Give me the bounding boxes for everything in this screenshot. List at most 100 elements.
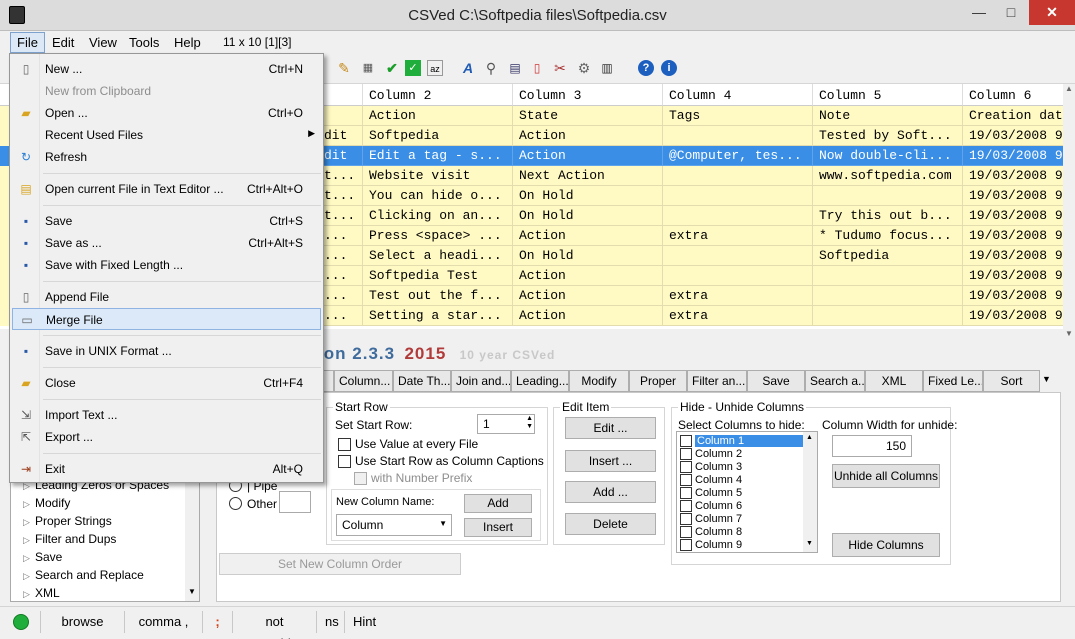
table-cell[interactable]: 19/03/2008 9 xyxy=(963,166,1063,186)
grid-icon[interactable]: ▤ xyxy=(507,60,523,76)
column-header[interactable]: Column 3 xyxy=(513,84,663,106)
column-list-item[interactable]: Column 4 xyxy=(679,474,803,487)
menu-tools[interactable]: Tools xyxy=(129,35,159,50)
column-list-item[interactable]: Column 5 xyxy=(679,487,803,500)
use-every-file-checkbox[interactable] xyxy=(338,438,351,451)
other-radio[interactable] xyxy=(229,497,242,510)
table-cell[interactable] xyxy=(813,186,963,206)
menu-item-append-file[interactable]: ▯ Append File xyxy=(12,286,321,308)
unhide-all-button[interactable]: Unhide all Columns xyxy=(832,464,940,488)
table-cell[interactable]: Action xyxy=(513,146,663,166)
use-captions-checkbox[interactable] xyxy=(338,455,351,468)
table-cell[interactable]: @Computer, tes... xyxy=(663,146,813,166)
column-hide-list[interactable]: Column 1 Column 2 Column 3 Column 4 Column 5… xyxy=(676,431,818,553)
table-cell[interactable]: Edit a tag - s... xyxy=(363,146,513,166)
menu-item-export[interactable]: ⇱ Export ... xyxy=(12,426,321,448)
column-list-item[interactable]: Column 8 xyxy=(679,526,803,539)
table-cell[interactable]: Clicking on an... xyxy=(363,206,513,226)
column-list-item[interactable]: Column 2 xyxy=(679,448,803,461)
table-cell[interactable]: Tags xyxy=(663,106,813,126)
sort-az-icon[interactable]: az xyxy=(427,60,443,76)
menu-item-new-from-clipboard[interactable]: New from Clipboard xyxy=(12,80,321,102)
column-list-item[interactable]: Column 6 xyxy=(679,500,803,513)
menu-view[interactable]: View xyxy=(89,35,117,50)
menu-item-save-in-unix-format[interactable]: ▪ Save in UNIX Format ... xyxy=(12,340,321,362)
table-cell[interactable]: Note xyxy=(813,106,963,126)
table-cell[interactable]: 19/03/2008 9 xyxy=(963,186,1063,206)
table-cell[interactable] xyxy=(663,266,813,286)
tools-icon[interactable]: ✂ xyxy=(552,60,568,76)
tab-proper[interactable]: Proper xyxy=(629,370,687,392)
table-cell[interactable]: State xyxy=(513,106,663,126)
table-cell[interactable]: ... xyxy=(318,286,363,306)
tab-search[interactable]: Search a... xyxy=(805,370,865,392)
insert-item-button[interactable]: Insert ... xyxy=(565,450,656,472)
table-cell[interactable] xyxy=(663,206,813,226)
table-cell[interactable]: ... xyxy=(318,226,363,246)
table-cell[interactable]: ... xyxy=(318,266,363,286)
table-cell[interactable]: Test out the f... xyxy=(363,286,513,306)
help-icon[interactable]: ? xyxy=(638,60,654,76)
table-cell[interactable]: Action xyxy=(513,286,663,306)
scroll-down-icon[interactable]: ▼ xyxy=(188,587,196,596)
column-checkbox[interactable] xyxy=(680,526,692,538)
table-cell[interactable]: 19/03/2008 9 xyxy=(963,206,1063,226)
table-cell[interactable]: t... xyxy=(318,206,363,226)
grid-vertical-scrollbar[interactable]: ▲ ▼ xyxy=(1063,84,1075,339)
search-icon[interactable]: ⚲ xyxy=(483,60,499,76)
edit-icon[interactable]: ✎ xyxy=(336,60,352,76)
table-cell[interactable]: Action xyxy=(513,266,663,286)
tab-filter[interactable]: Filter an... xyxy=(687,370,747,392)
add-item-button[interactable]: Add ... xyxy=(565,481,656,503)
tree-scrollbar[interactable]: ▼ xyxy=(185,477,199,601)
table-cell[interactable]: Next Action xyxy=(513,166,663,186)
table-cell[interactable] xyxy=(663,246,813,266)
spinner-arrows-icon[interactable]: ▲ ▼ xyxy=(526,415,533,431)
table-cell[interactable]: ... xyxy=(318,246,363,266)
column-checkbox[interactable] xyxy=(680,448,692,460)
table-cell[interactable]: Action xyxy=(513,126,663,146)
start-row-spinner[interactable]: 1 ▲ ▼ xyxy=(477,414,535,434)
table-cell[interactable]: 19/03/2008 9 xyxy=(963,226,1063,246)
table-cell[interactable]: extra xyxy=(663,306,813,326)
menu-item-merge-file[interactable]: ▭ Merge File xyxy=(12,308,321,330)
tree-item[interactable]: ▷ XML xyxy=(23,586,60,600)
table-cell[interactable]: dit xyxy=(318,126,363,146)
menu-item-close[interactable]: ▰ Close Ctrl+F4 xyxy=(12,372,321,394)
column-checkbox[interactable] xyxy=(680,539,692,551)
hide-columns-button[interactable]: Hide Columns xyxy=(832,533,940,557)
table-cell[interactable]: t... xyxy=(318,166,363,186)
table-cell[interactable]: Setting a star... xyxy=(363,306,513,326)
close-button[interactable]: ✕ xyxy=(1029,0,1075,25)
column-checkbox[interactable] xyxy=(680,474,692,486)
menu-item-import-text[interactable]: ⇲ Import Text ... xyxy=(12,404,321,426)
column-header[interactable]: Column 4 xyxy=(663,84,813,106)
tree-expand-icon[interactable]: ▷ xyxy=(23,499,35,510)
menu-item-new[interactable]: ▯ New ... Ctrl+N xyxy=(12,58,321,80)
table-cell[interactable] xyxy=(318,106,363,126)
menu-item-save[interactable]: ▪ Save Ctrl+S xyxy=(12,210,321,232)
column-list-item[interactable]: Column 7 xyxy=(679,513,803,526)
column-checkbox[interactable] xyxy=(680,435,692,447)
column-header[interactable]: Column 6 xyxy=(963,84,1063,106)
table-cell[interactable]: On Hold xyxy=(513,206,663,226)
menu-item-open[interactable]: ▰ Open ... Ctrl+O xyxy=(12,102,321,124)
table-cell[interactable]: Select a headi... xyxy=(363,246,513,266)
tabs-overflow-icon[interactable]: ▼ xyxy=(1042,374,1051,384)
calculator-icon[interactable]: ▦ xyxy=(360,60,376,76)
table-cell[interactable]: Website visit xyxy=(363,166,513,186)
tree-item[interactable]: ▷ Search and Replace xyxy=(23,568,144,582)
column-width-input[interactable]: 150 xyxy=(832,435,912,457)
number-prefix-checkbox[interactable] xyxy=(354,472,367,485)
table-cell[interactable]: On Hold xyxy=(513,246,663,266)
check-green-icon[interactable]: ✔ xyxy=(384,60,400,76)
table-cell[interactable]: dit xyxy=(318,146,363,166)
column-header[interactable]: Column 5 xyxy=(813,84,963,106)
column-header[interactable]: Column 2 xyxy=(363,84,513,106)
table-cell[interactable]: You can hide o... xyxy=(363,186,513,206)
tab-column[interactable]: Column... xyxy=(334,370,393,392)
table-cell[interactable]: 19/03/2008 9 xyxy=(963,246,1063,266)
menu-help[interactable]: Help xyxy=(174,35,201,50)
menu-edit[interactable]: Edit xyxy=(52,35,74,50)
table-cell[interactable]: Action xyxy=(513,226,663,246)
